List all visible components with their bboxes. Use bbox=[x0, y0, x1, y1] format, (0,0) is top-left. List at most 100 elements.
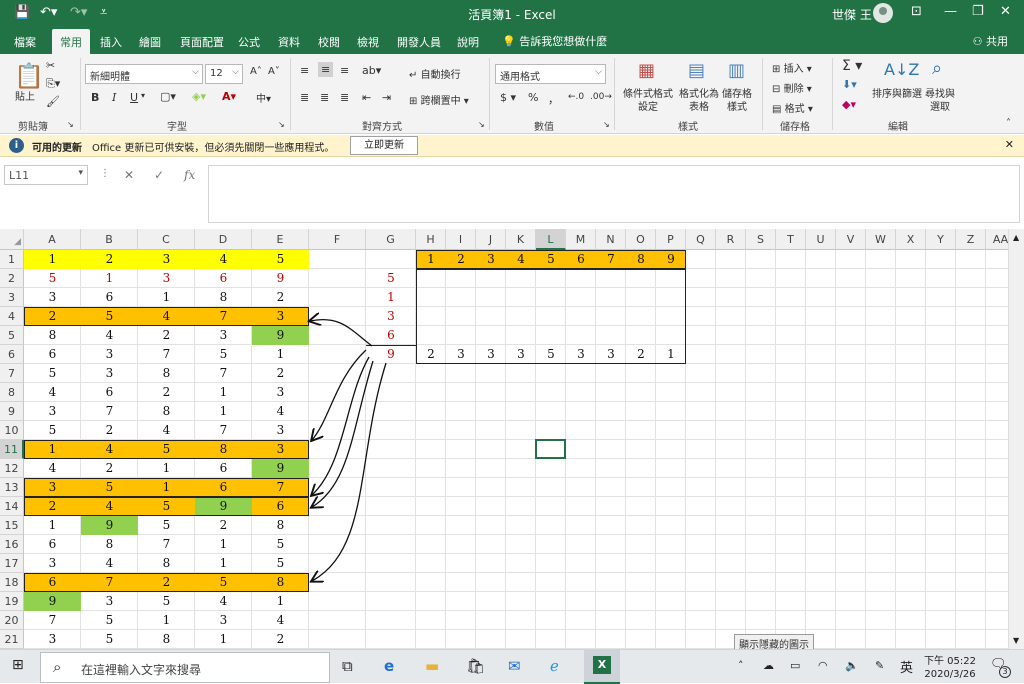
battery-icon[interactable]: ▭ bbox=[790, 659, 800, 672]
share-button[interactable]: ⚇ 共用 bbox=[973, 33, 1008, 49]
format-painter-icon[interactable]: 🖌 bbox=[46, 95, 60, 108]
ribbon-display-icon[interactable]: ⊡ bbox=[911, 4, 922, 19]
tab-help[interactable]: 說明 bbox=[457, 34, 479, 50]
dialog-launcher-icon[interactable]: ↘ bbox=[478, 120, 485, 129]
cut-icon[interactable]: ✂ bbox=[46, 59, 55, 72]
update-now-button[interactable]: 立即更新 bbox=[350, 136, 418, 155]
font-color-icon[interactable]: A▾ bbox=[222, 90, 236, 103]
fill-icon[interactable]: ⬇▾ bbox=[842, 78, 857, 91]
wifi-icon[interactable]: ◠ bbox=[818, 659, 828, 672]
collapse-ribbon-icon[interactable]: ˄ bbox=[1006, 118, 1011, 129]
conditional-format-button[interactable]: 條件式格式設定 bbox=[622, 88, 674, 114]
increase-indent-icon[interactable]: ⇥ bbox=[382, 91, 391, 104]
onedrive-icon[interactable]: ☁ bbox=[763, 659, 774, 672]
format-as-table-button[interactable]: 格式化為表格 bbox=[678, 88, 720, 114]
phonetic-icon[interactable]: 中▾ bbox=[256, 90, 271, 105]
mail-icon[interactable]: ✉ bbox=[508, 657, 521, 675]
paste-label[interactable]: 貼上 bbox=[15, 88, 35, 103]
find-select-button[interactable]: 尋找與選取 bbox=[924, 88, 956, 114]
italic-button[interactable]: I bbox=[112, 91, 116, 104]
restore-icon[interactable]: ❐ bbox=[972, 4, 984, 19]
tab-formulas[interactable]: 公式 bbox=[238, 34, 260, 50]
format-cells-button[interactable]: ▤ 格式 ▾ bbox=[772, 100, 813, 115]
insert-cells-button[interactable]: ⊞ 插入 ▾ bbox=[772, 60, 812, 75]
tab-insert[interactable]: 插入 bbox=[100, 34, 122, 50]
fill-color-icon[interactable]: ◈▾ bbox=[192, 90, 206, 103]
scroll-up-icon[interactable]: ▲ bbox=[1013, 233, 1019, 242]
font-size-combo[interactable]: 12 ⌵ bbox=[205, 64, 243, 84]
align-left-icon[interactable]: ≣ bbox=[300, 91, 309, 104]
align-middle-icon[interactable]: ≡ bbox=[318, 62, 334, 77]
format-table-icon[interactable]: ▤ bbox=[688, 60, 705, 81]
tab-review[interactable]: 校閱 bbox=[318, 34, 340, 50]
tab-page-layout[interactable]: 頁面配置 bbox=[180, 34, 224, 50]
bold-button[interactable]: B bbox=[91, 91, 99, 104]
cell-styles-button[interactable]: 儲存格樣式 bbox=[721, 88, 753, 114]
ime-indicator[interactable]: 英 bbox=[900, 657, 913, 676]
increase-decimal-icon[interactable]: ←.0 bbox=[568, 92, 584, 102]
border-icon[interactable]: ▢▾ bbox=[160, 90, 176, 103]
tab-developer[interactable]: 開發人員 bbox=[397, 34, 441, 50]
merge-center-button[interactable]: ⊞ 跨欄置中 ▾ bbox=[409, 92, 469, 107]
wrap-text-button[interactable]: ↵ 自動換行 bbox=[409, 66, 461, 81]
sort-filter-button[interactable]: 排序與篩選 bbox=[871, 88, 923, 101]
ie-icon[interactable]: ℯ bbox=[550, 657, 559, 675]
decrease-indent-icon[interactable]: ⇤ bbox=[362, 91, 371, 104]
decrease-decimal-icon[interactable]: .00→ bbox=[590, 92, 612, 102]
vertical-scrollbar[interactable]: ▲ ▼ bbox=[1008, 229, 1024, 649]
formula-input[interactable] bbox=[208, 165, 1020, 223]
edge-icon[interactable]: e bbox=[384, 657, 394, 675]
dialog-launcher-icon[interactable]: ↘ bbox=[278, 120, 285, 129]
enter-icon[interactable]: ✓ bbox=[154, 168, 164, 182]
chevron-down-icon[interactable]: ▾ bbox=[141, 91, 145, 100]
autosum-icon[interactable]: Σ ▾ bbox=[842, 58, 862, 74]
file-explorer-icon[interactable]: ▬ bbox=[425, 657, 439, 675]
tab-home[interactable]: 常用 bbox=[52, 29, 90, 54]
underline-button[interactable]: U bbox=[130, 91, 138, 104]
percent-button[interactable]: % bbox=[528, 91, 538, 104]
windows-start-icon[interactable]: ⊞ bbox=[12, 657, 24, 673]
tab-draw[interactable]: 繪圖 bbox=[139, 34, 161, 50]
comma-button[interactable]: ， bbox=[548, 91, 559, 107]
align-bottom-icon[interactable]: ≡ bbox=[340, 64, 349, 77]
user-name[interactable]: 世傑 王 bbox=[832, 6, 872, 23]
chevron-up-icon[interactable]: ˄ bbox=[738, 659, 744, 672]
cell-styles-icon[interactable]: ▥ bbox=[728, 60, 745, 81]
orientation-icon[interactable]: ab▾ bbox=[362, 64, 381, 77]
store-icon[interactable]: 🛍 bbox=[466, 657, 485, 675]
pen-icon[interactable]: ✎ bbox=[875, 659, 884, 672]
align-right-icon[interactable]: ≣ bbox=[340, 91, 349, 104]
align-top-icon[interactable]: ≡ bbox=[300, 64, 309, 77]
currency-button[interactable]: $ ▾ bbox=[500, 91, 516, 104]
tab-data[interactable]: 資料 bbox=[278, 34, 300, 50]
shrink-font-icon[interactable]: A˅ bbox=[268, 66, 280, 77]
dialog-launcher-icon[interactable]: ↘ bbox=[603, 120, 610, 129]
copy-icon[interactable]: ⎘▾ bbox=[46, 77, 60, 91]
insert-function-icon[interactable]: fx bbox=[184, 168, 195, 182]
excel-taskbar-button[interactable]: X bbox=[584, 650, 620, 684]
cancel-icon[interactable]: ✕ bbox=[124, 168, 134, 182]
scroll-down-icon[interactable]: ▼ bbox=[1013, 636, 1019, 645]
paste-icon[interactable]: 📋 bbox=[14, 62, 44, 90]
worksheet[interactable]: ◢ 12345513693618225473842396375153872462… bbox=[0, 229, 1024, 649]
close-icon[interactable]: ✕ bbox=[1000, 4, 1011, 19]
tab-file[interactable]: 檔案 bbox=[14, 34, 36, 50]
close-icon[interactable]: ✕ bbox=[1005, 138, 1014, 151]
grow-font-icon[interactable]: A˄ bbox=[250, 66, 262, 77]
tell-me-box[interactable]: 💡 告訴我您想做什麼 bbox=[502, 33, 607, 49]
task-view-icon[interactable]: ⧉ bbox=[342, 657, 353, 675]
sort-filter-icon[interactable]: A↓Z bbox=[884, 60, 919, 79]
volume-icon[interactable]: 🔈 bbox=[845, 659, 859, 672]
tab-view[interactable]: 檢視 bbox=[357, 34, 379, 50]
clear-icon[interactable]: ◆▾ bbox=[842, 98, 856, 111]
find-icon[interactable]: ⌕ bbox=[932, 58, 942, 79]
dialog-launcher-icon[interactable]: ↘ bbox=[67, 120, 74, 129]
avatar[interactable] bbox=[873, 3, 893, 23]
align-center-icon[interactable]: ≣ bbox=[320, 91, 329, 104]
clock[interactable]: 下午 05:22 2020/3/26 bbox=[920, 652, 980, 680]
font-name-combo[interactable]: 新細明體 ⌵ bbox=[85, 64, 203, 84]
number-format-combo[interactable]: 通用格式 ⌵ bbox=[495, 64, 606, 84]
delete-cells-button[interactable]: ⊟ 刪除 ▾ bbox=[772, 80, 812, 95]
name-box[interactable]: L11 ▾ bbox=[4, 165, 88, 185]
search-box[interactable]: ⌕ 在這裡輸入文字來搜尋 bbox=[40, 652, 330, 683]
